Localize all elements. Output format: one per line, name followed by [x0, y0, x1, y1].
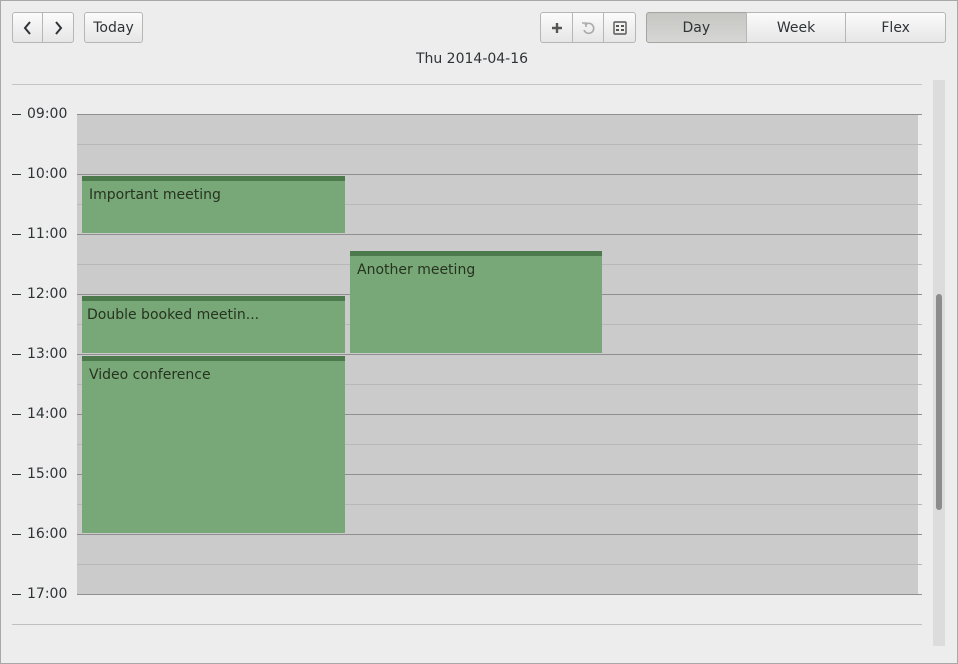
event-title: Video conference	[89, 367, 211, 383]
hour-label-text: 15:00	[27, 466, 68, 482]
undo-button[interactable]	[572, 12, 604, 43]
event-title: Double booked meetin...	[87, 307, 260, 323]
hour-label-text: 10:00	[27, 166, 68, 182]
hour-tick	[12, 473, 21, 475]
date-title: Thu 2014-04-16	[415, 51, 529, 67]
chevron-left-icon	[23, 20, 31, 35]
hour-label-text: 17:00	[27, 586, 68, 602]
hour-label-text: 16:00	[27, 526, 68, 542]
flex-view-tab[interactable]: Flex	[845, 12, 947, 43]
calendar-icon	[612, 20, 627, 35]
hour-label: 14:00	[12, 406, 72, 422]
event-title: Important meeting	[89, 187, 221, 203]
hour-label-text: 14:00	[27, 406, 68, 422]
plus-icon	[551, 22, 562, 33]
hour-label-text: 13:00	[27, 346, 68, 362]
hour-tick	[12, 413, 21, 415]
event-block[interactable]: Video conference	[82, 356, 345, 533]
event-title: Another meeting	[357, 262, 476, 278]
day-view-tab[interactable]: Day	[646, 12, 747, 43]
hour-line	[77, 174, 922, 175]
hour-tick	[12, 533, 21, 535]
hour-label: 12:00	[12, 286, 72, 302]
half-hour-line	[77, 564, 922, 565]
hour-label: 16:00	[12, 526, 72, 542]
hour-label: 17:00	[12, 586, 72, 602]
calendar-select-button[interactable]	[603, 12, 636, 43]
chevron-right-icon	[55, 20, 63, 35]
add-event-button[interactable]	[540, 12, 573, 43]
hour-tick	[12, 113, 21, 115]
hour-tick	[12, 293, 21, 295]
next-day-button[interactable]	[42, 12, 74, 43]
undo-icon	[582, 21, 595, 34]
hour-label: 11:00	[12, 226, 72, 242]
hour-tick	[12, 173, 21, 175]
hour-line	[77, 534, 922, 535]
hour-label-text: 09:00	[27, 106, 68, 122]
week-view-tab[interactable]: Week	[745, 12, 847, 43]
hour-label-text: 11:00	[27, 226, 68, 242]
event-block[interactable]: Another meeting	[350, 251, 602, 353]
hour-line	[77, 234, 922, 235]
hour-label: 15:00	[12, 466, 72, 482]
previous-day-button[interactable]	[12, 12, 43, 43]
event-block[interactable]: Double booked meetin...	[82, 296, 345, 353]
scrollbar-thumb[interactable]	[936, 294, 942, 510]
hour-label: 10:00	[12, 166, 72, 182]
event-block[interactable]: Important meeting	[82, 176, 345, 233]
hour-label: 09:00	[12, 106, 72, 122]
view-switcher: Day Week Flex	[646, 12, 947, 43]
hour-tick	[12, 593, 21, 595]
hour-line	[77, 354, 922, 355]
half-hour-line	[77, 144, 922, 145]
hour-label: 13:00	[12, 346, 72, 362]
hour-line	[77, 594, 922, 595]
hour-tick	[12, 233, 21, 235]
hour-tick	[12, 353, 21, 355]
bottom-divider	[12, 624, 922, 625]
hour-line	[77, 114, 922, 115]
today-button[interactable]: Today	[84, 12, 143, 43]
hour-label-text: 12:00	[27, 286, 68, 302]
header-divider	[12, 84, 922, 85]
